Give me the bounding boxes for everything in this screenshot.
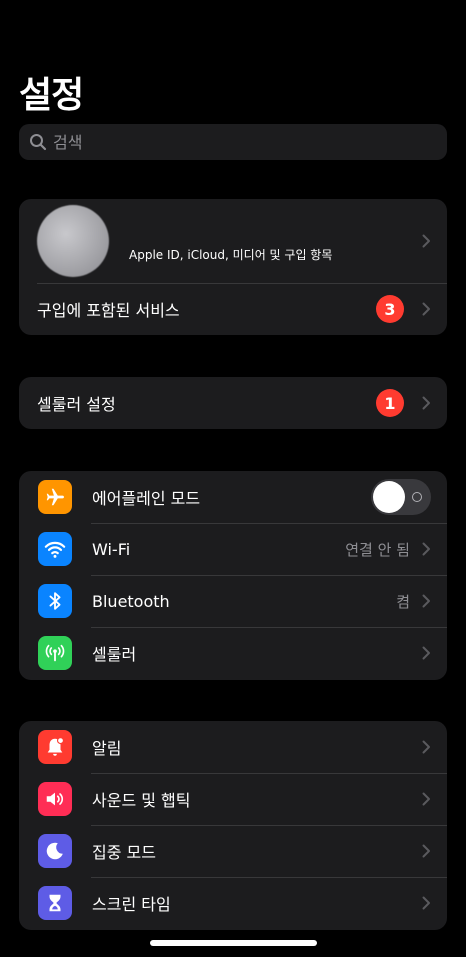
- notification-badge: 1: [376, 389, 404, 417]
- airplane-mode-row: 에어플레인 모드: [19, 471, 447, 523]
- screen-time-label: 스크린 타임: [92, 895, 171, 914]
- wifi-status: 연결 안 됨: [345, 540, 410, 559]
- cellular-setup-row[interactable]: 셀룰러 설정 1: [19, 377, 447, 429]
- notifications-row[interactable]: 알림: [19, 721, 447, 773]
- chevron-right-icon: [422, 740, 430, 754]
- notifications-label: 알림: [92, 739, 122, 758]
- moon-icon: [38, 834, 72, 868]
- focus-label: 집중 모드: [92, 843, 156, 862]
- chevron-right-icon: [422, 646, 430, 660]
- divider: [91, 523, 447, 524]
- services-label: 구입에 포함된 서비스: [37, 301, 180, 320]
- divider: [91, 575, 447, 576]
- hourglass-icon: [38, 886, 72, 920]
- focus-row[interactable]: 집중 모드: [19, 825, 447, 877]
- airplane-icon: [38, 480, 72, 514]
- bluetooth-row[interactable]: Bluetooth 켬: [19, 575, 447, 627]
- bluetooth-label: Bluetooth: [92, 591, 170, 611]
- search-bar[interactable]: [19, 124, 447, 160]
- connectivity-group: 에어플레인 모드 Wi-Fi 연결 안 됨 Bluetooth 켬 셀룰러: [19, 471, 447, 680]
- apple-id-row[interactable]: Apple ID, iCloud, 미디어 및 구입 항목: [19, 199, 447, 283]
- divider: [91, 627, 447, 628]
- chevron-right-icon: [422, 896, 430, 910]
- toggle-knob: [373, 481, 405, 513]
- divider: [91, 877, 447, 878]
- page-title: 설정: [19, 75, 84, 116]
- cellular-setup-group: 셀룰러 설정 1: [19, 377, 447, 429]
- chevron-right-icon: [422, 594, 430, 608]
- profile-group: Apple ID, iCloud, 미디어 및 구입 항목 구입에 포함된 서비…: [19, 199, 447, 335]
- cellular-setup-label: 셀룰러 설정: [37, 395, 116, 414]
- chevron-right-icon: [422, 302, 430, 316]
- toggle-off-indicator: [412, 492, 422, 502]
- cellular-label: 셀룰러: [92, 645, 137, 664]
- cellular-row[interactable]: 셀룰러: [19, 627, 447, 679]
- chevron-right-icon: [422, 844, 430, 858]
- airplane-mode-toggle[interactable]: [371, 479, 431, 515]
- purchased-services-row[interactable]: 구입에 포함된 서비스 3: [19, 283, 447, 335]
- speaker-icon: [38, 782, 72, 816]
- screen-time-row[interactable]: 스크린 타임: [19, 877, 447, 929]
- divider: [37, 283, 447, 284]
- sounds-haptics-label: 사운드 및 햅틱: [92, 791, 191, 810]
- profile-name: [129, 220, 422, 242]
- search-input[interactable]: [53, 132, 433, 152]
- wifi-row[interactable]: Wi-Fi 연결 안 됨: [19, 523, 447, 575]
- bluetooth-icon: [38, 584, 72, 618]
- bluetooth-status: 켬: [396, 592, 410, 611]
- wifi-icon: [38, 532, 72, 566]
- search-icon: [30, 134, 47, 151]
- chevron-right-icon: [422, 792, 430, 806]
- chevron-right-icon: [422, 542, 430, 556]
- wifi-label: Wi-Fi: [92, 539, 131, 559]
- profile-subtitle: Apple ID, iCloud, 미디어 및 구입 항목: [129, 247, 333, 262]
- sounds-haptics-row[interactable]: 사운드 및 햅틱: [19, 773, 447, 825]
- airplane-mode-label: 에어플레인 모드: [92, 489, 201, 508]
- chevron-right-icon: [422, 234, 430, 248]
- avatar: [37, 205, 109, 277]
- bell-icon: [38, 730, 72, 764]
- cellular-icon: [38, 636, 72, 670]
- notification-badge: 3: [376, 295, 404, 323]
- chevron-right-icon: [422, 396, 430, 410]
- divider: [91, 825, 447, 826]
- divider: [91, 773, 447, 774]
- home-indicator[interactable]: [150, 940, 317, 946]
- notifications-group: 알림 사운드 및 햅틱 집중 모드 스크린 타임: [19, 721, 447, 930]
